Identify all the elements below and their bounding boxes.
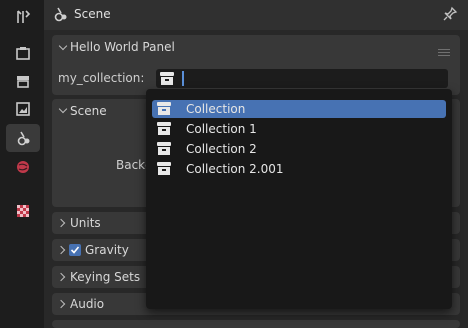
header-title: Scene [74, 7, 111, 21]
render-icon[interactable] [14, 44, 32, 62]
world-icon[interactable] [14, 158, 32, 176]
gravity-checkbox[interactable] [69, 244, 81, 256]
scene-icon[interactable] [6, 124, 40, 152]
collection-icon [157, 122, 171, 135]
chevron-down-icon [58, 41, 68, 51]
panel-title: Audio [70, 297, 105, 311]
pin-icon[interactable] [442, 6, 458, 22]
dropdown-item-label: Collection 1 [186, 122, 257, 136]
my-collection-label: my_collection: [58, 71, 145, 85]
dropdown-item-label: Collection 2.001 [186, 162, 284, 176]
tool-icon[interactable] [14, 8, 32, 26]
dropdown-item[interactable]: Collection 1 [152, 120, 446, 138]
hello-world-panel-header[interactable]: Hello World Panel [52, 35, 460, 60]
panel-title: Units [70, 216, 101, 230]
chevron-right-icon [56, 245, 66, 255]
collection-icon [157, 102, 171, 115]
dropdown-item[interactable]: Collection 2 [152, 140, 446, 158]
dropdown-item-label: Collection [186, 102, 246, 116]
text-cursor [182, 71, 184, 86]
scene-icon [52, 6, 70, 24]
chevron-right-icon [56, 218, 66, 228]
view-layer-icon[interactable] [14, 100, 32, 118]
collection-dropdown-menu: Collection Collection 1 Collection 2 Col… [146, 89, 452, 309]
drag-handle-icon[interactable] [438, 49, 450, 57]
dropdown-item[interactable]: Collection 2.001 [152, 160, 446, 178]
chevron-right-icon [56, 299, 66, 309]
dropdown-item[interactable]: Collection [152, 100, 446, 118]
dropdown-item-label: Collection 2 [186, 142, 257, 156]
texture-icon[interactable] [14, 202, 32, 220]
chevron-right-icon [56, 272, 66, 282]
next-panel-partial [52, 320, 460, 328]
collection-icon [157, 142, 171, 155]
panel-title: Gravity [85, 243, 129, 257]
output-icon[interactable] [14, 72, 32, 90]
properties-tab-strip [0, 0, 44, 328]
collection-icon [157, 162, 171, 175]
collection-selector-field[interactable] [156, 69, 448, 88]
panel-title: Scene [70, 104, 107, 118]
panel-title: Hello World Panel [70, 40, 175, 54]
chevron-down-icon [58, 104, 68, 114]
panel-title: Keying Sets [70, 270, 141, 284]
properties-header: Scene [44, 0, 468, 30]
hello-world-panel: Hello World Panel my_collection: [52, 35, 460, 95]
